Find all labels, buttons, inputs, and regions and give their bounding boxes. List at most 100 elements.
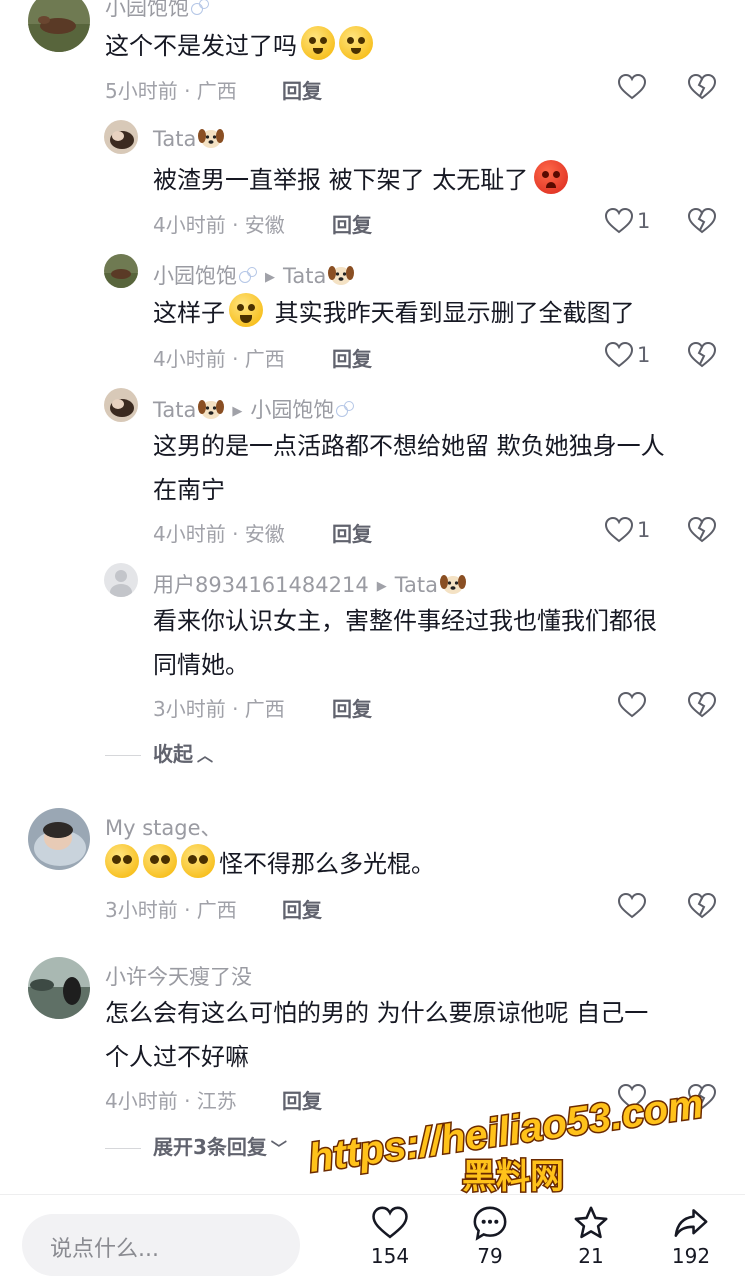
collapse-replies-button[interactable]: 收起 ︿ bbox=[105, 738, 213, 767]
dislike-icon[interactable] bbox=[687, 690, 717, 720]
like-icon[interactable] bbox=[617, 891, 647, 921]
reply-button[interactable]: 回复 bbox=[282, 75, 322, 104]
reply-meta: 4小时前 · 广西 bbox=[153, 347, 285, 371]
avatar[interactable] bbox=[104, 120, 138, 154]
divider-line bbox=[105, 1148, 141, 1149]
comment-username[interactable]: 小许今天瘦了没 bbox=[105, 961, 252, 991]
reply-arrow-icon: ▶ bbox=[232, 404, 243, 419]
reply-meta: 3小时前 · 广西 bbox=[153, 697, 285, 721]
comment-text: 这个不是发过了吗 bbox=[105, 24, 377, 68]
comment-text-content: 怪不得那么多光棍。 bbox=[219, 850, 435, 878]
reply-button[interactable]: 回复 bbox=[282, 894, 322, 923]
dislike-icon[interactable] bbox=[687, 515, 717, 545]
avatar[interactable] bbox=[104, 254, 138, 288]
chevron-up-icon: ︿ bbox=[197, 746, 214, 765]
comment-text: 怎么会有这么可怕的男的 为什么要原谅他呢 自己一 个人过不好嘛 bbox=[105, 991, 648, 1079]
dislike-icon[interactable] bbox=[687, 206, 717, 236]
avatar[interactable] bbox=[28, 808, 90, 870]
reply-target[interactable]: 小园饱饱 bbox=[250, 398, 334, 422]
reply-button[interactable]: 回复 bbox=[332, 693, 372, 722]
like-action[interactable]: 154 bbox=[350, 1204, 430, 1268]
comment-meta: 4小时前 · 江苏 bbox=[105, 1089, 237, 1113]
expand-label: 展开3条回复 bbox=[153, 1135, 267, 1159]
reply-button[interactable]: 回复 bbox=[332, 209, 372, 238]
divider-line bbox=[105, 755, 141, 756]
avatar[interactable] bbox=[28, 0, 90, 52]
watermark-name: 黑料网 bbox=[462, 1157, 564, 1197]
favorite-action[interactable]: 21 bbox=[551, 1204, 631, 1268]
reply-target[interactable]: Tata bbox=[395, 573, 438, 597]
like-count: 1 bbox=[637, 209, 651, 233]
angry-face-icon bbox=[534, 160, 569, 194]
reply-text-content: 这样子 bbox=[153, 299, 225, 327]
comment-text-line: 怎么会有这么可怕的男的 为什么要原谅他呢 自己一 bbox=[105, 999, 649, 1027]
reply-text-line: 这男的是一点活路都不想给她留 欺负她独身一人 bbox=[153, 432, 665, 460]
comment-count: 79 bbox=[477, 1244, 503, 1268]
comment-input-placeholder: 说点什么... bbox=[50, 1237, 159, 1262]
watermark: https://heiliao53.com 黑料网 bbox=[300, 1078, 720, 1199]
collapse-label: 收起 bbox=[153, 742, 193, 766]
like-icon[interactable] bbox=[604, 340, 634, 370]
like-count: 154 bbox=[370, 1244, 410, 1268]
dizzy-face-icon bbox=[339, 26, 373, 60]
username-text[interactable]: 小园饱饱 bbox=[105, 0, 189, 20]
username-text[interactable]: Tata bbox=[153, 127, 196, 151]
reply-button[interactable]: 回复 bbox=[332, 343, 372, 372]
comment-meta: 5小时前 · 广西 bbox=[105, 79, 237, 103]
like-icon[interactable] bbox=[604, 515, 634, 545]
comment-meta: 3小时前 · 广西 bbox=[105, 898, 237, 922]
share-count: 192 bbox=[671, 1244, 711, 1268]
expand-replies-button[interactable]: 展开3条回复 ﹀ bbox=[105, 1131, 287, 1160]
comment-input[interactable]: 说点什么... bbox=[22, 1214, 300, 1276]
reply-text: 被渣男一直举报 被下架了 太无耻了 bbox=[153, 158, 572, 202]
reply-text: 这样子 其实我昨天看到显示删了全截图了 bbox=[153, 291, 635, 335]
username-text[interactable]: 小园饱饱 bbox=[153, 264, 237, 288]
bottom-bar: 说点什么... 154 79 21 192 bbox=[0, 1196, 745, 1280]
like-count: 1 bbox=[637, 343, 651, 367]
reply-meta: 4小时前 · 安徽 bbox=[153, 522, 285, 546]
avatar[interactable] bbox=[104, 563, 138, 597]
reply-button[interactable]: 回复 bbox=[332, 518, 372, 547]
comment-text-line: 个人过不好嘛 bbox=[105, 1043, 249, 1071]
reply-text: 看来你认识女主，害整件事经过我也懂我们都很 同情她。 bbox=[153, 599, 657, 687]
reply-target[interactable]: Tata bbox=[283, 264, 326, 288]
like-icon[interactable] bbox=[617, 72, 647, 102]
like-icon[interactable] bbox=[617, 690, 647, 720]
favorite-count: 21 bbox=[578, 1244, 604, 1268]
dislike-icon[interactable] bbox=[687, 340, 717, 370]
crying-face-icon bbox=[229, 293, 263, 327]
dislike-icon[interactable] bbox=[687, 72, 717, 102]
pleading-face-icon bbox=[143, 844, 177, 878]
reply-username[interactable]: Tata bbox=[153, 126, 225, 151]
avatar[interactable] bbox=[104, 388, 138, 422]
dog-face-icon bbox=[198, 397, 225, 421]
dizzy-face-icon bbox=[301, 26, 335, 60]
reply-username[interactable]: Tata ▶ 小园饱饱 bbox=[153, 394, 355, 424]
comment-action[interactable]: 79 bbox=[450, 1204, 530, 1268]
username-text[interactable]: 用户8934161484214 bbox=[153, 573, 369, 597]
star-icon bbox=[574, 1206, 608, 1239]
reply-arrow-icon: ▶ bbox=[376, 579, 387, 594]
username-text[interactable]: Tata bbox=[153, 398, 196, 422]
reply-text-content: 被渣男一直举报 被下架了 太无耻了 bbox=[153, 166, 529, 194]
comment-bubble-icon bbox=[473, 1206, 507, 1241]
dislike-icon[interactable] bbox=[687, 891, 717, 921]
reply-meta: 4小时前 · 安徽 bbox=[153, 213, 285, 237]
comment-text-content: 这个不是发过了吗 bbox=[105, 32, 297, 60]
reply-text-content: 其实我昨天看到显示删了全截图了 bbox=[267, 299, 635, 327]
comment-username[interactable]: 小园饱饱 bbox=[105, 0, 209, 22]
avatar[interactable] bbox=[28, 957, 90, 1019]
comment-username[interactable]: My stage、 bbox=[105, 812, 222, 842]
reply-arrow-icon: ▶ bbox=[265, 270, 275, 285]
bubbles-icon bbox=[336, 401, 355, 419]
like-icon[interactable] bbox=[604, 206, 634, 236]
bottom-divider bbox=[0, 1194, 745, 1195]
share-action[interactable]: 192 bbox=[651, 1204, 731, 1268]
share-icon bbox=[674, 1209, 708, 1237]
reply-username[interactable]: 小园饱饱 ▶ Tata bbox=[153, 260, 355, 290]
reply-username[interactable]: 用户8934161484214 ▶ Tata bbox=[153, 569, 467, 599]
reply-text-line: 看来你认识女主，害整件事经过我也懂我们都很 bbox=[153, 607, 657, 635]
chevron-down-icon: ﹀ bbox=[270, 1139, 287, 1158]
bubbles-icon bbox=[239, 267, 257, 285]
reply-text-line: 在南宁 bbox=[153, 476, 225, 504]
